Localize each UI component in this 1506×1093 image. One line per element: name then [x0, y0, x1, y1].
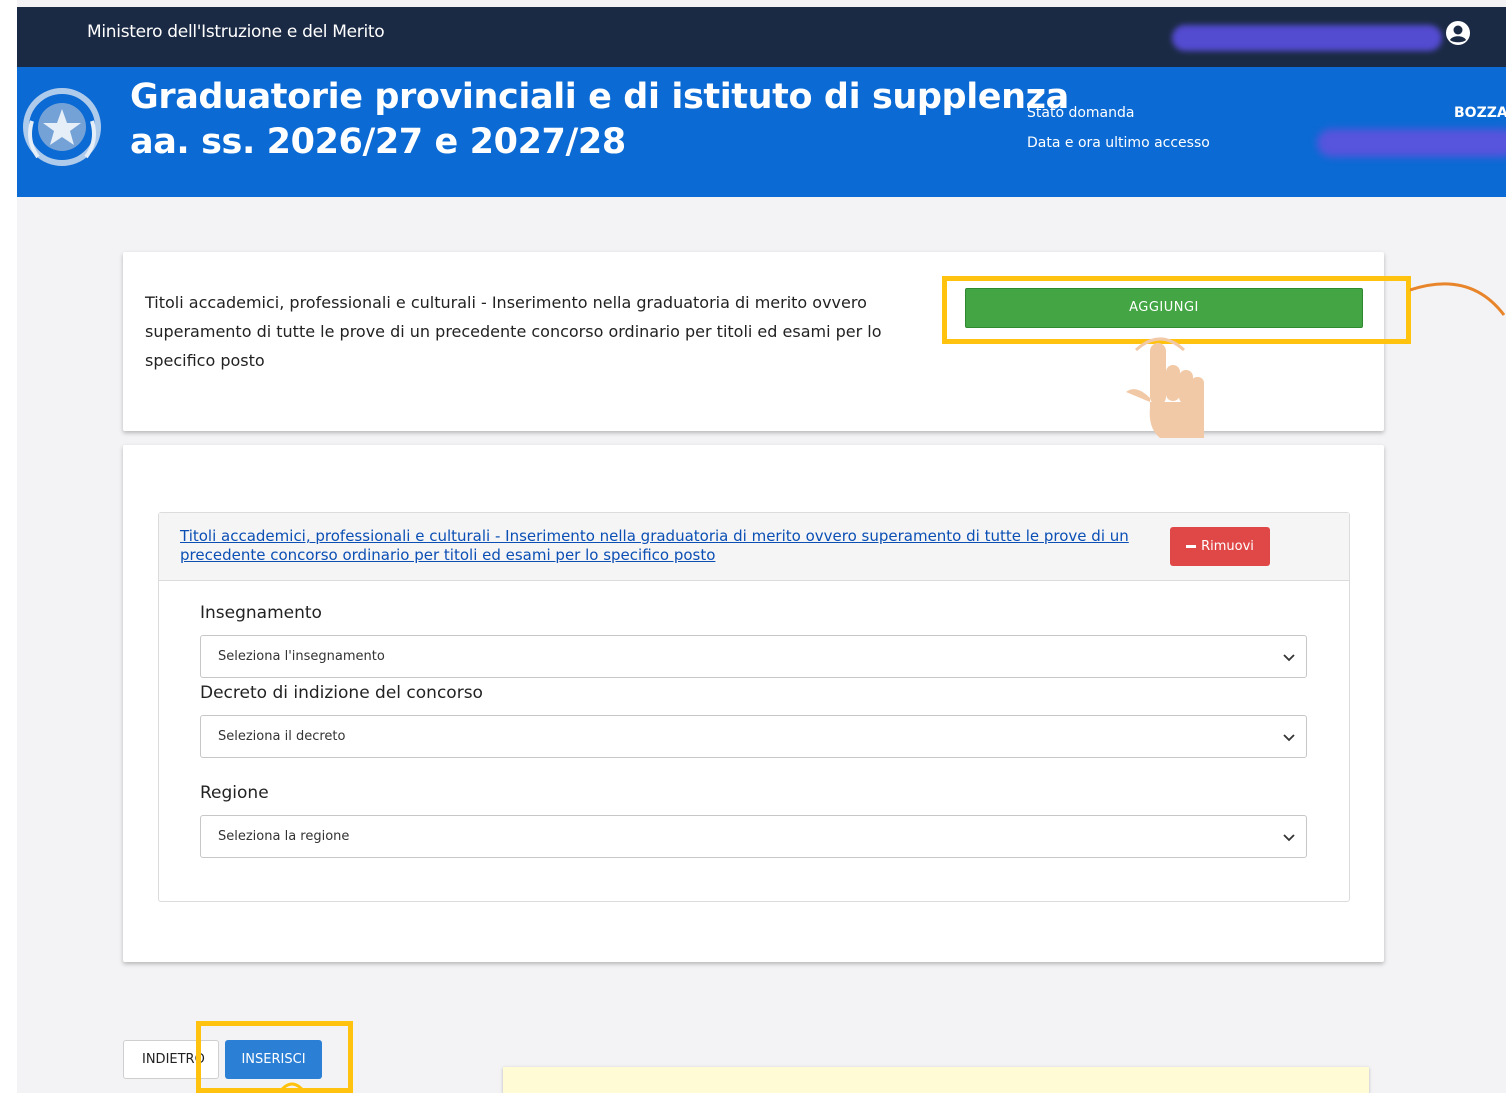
last-access-label: Data e ora ultimo accesso	[1027, 135, 1210, 151]
pointer-hand-icon	[1126, 337, 1204, 438]
status-label: Stato domanda	[1027, 105, 1135, 121]
decree-select-value: Seleziona il decreto	[218, 729, 346, 744]
teaching-select[interactable]: Seleziona l'insegnamento	[200, 635, 1307, 678]
decree-label: Decreto di indizione del concorso	[200, 683, 483, 703]
title-section: Titoli accademici, professionali e cultu…	[158, 512, 1350, 902]
chevron-down-icon	[1283, 834, 1295, 842]
decree-select[interactable]: Seleziona il decreto	[200, 715, 1307, 758]
category-description: Titoli accademici, professionali e cultu…	[145, 293, 882, 370]
page-header: Graduatorie provinciali e di istituto di…	[17, 67, 1506, 197]
minus-icon	[1186, 545, 1197, 548]
insert-button[interactable]: INSERISCI	[225, 1040, 322, 1079]
back-button[interactable]: INDIETRO	[123, 1040, 219, 1079]
italian-republic-emblem-icon	[23, 88, 101, 166]
section-header: Titoli accademici, professionali e cultu…	[159, 513, 1349, 581]
remove-button[interactable]: Rimuovi	[1170, 527, 1270, 566]
info-notice	[503, 1067, 1369, 1093]
remove-button-label: Rimuovi	[1201, 539, 1254, 554]
title-form-card: Titoli accademici, professionali e cultu…	[123, 445, 1384, 962]
click-indicator	[277, 1082, 307, 1093]
region-select[interactable]: Seleziona la regione	[200, 815, 1307, 858]
redacted-last-access	[1317, 129, 1506, 157]
teaching-label: Insegnamento	[200, 603, 322, 623]
add-button[interactable]: AGGIUNGI	[965, 288, 1363, 328]
chevron-down-icon	[1283, 734, 1295, 742]
region-select-value: Seleziona la regione	[218, 829, 350, 844]
region-label: Regione	[200, 783, 269, 803]
title-line-2: aa. ss. 2026/27 e 2027/28	[130, 122, 626, 162]
status-badge: BOZZA	[1454, 105, 1506, 121]
section-title-link[interactable]: Titoli accademici, professionali e cultu…	[180, 527, 1130, 565]
window-edge	[0, 0, 17, 1093]
ministry-name: Ministero dell'Istruzione e del Merito	[87, 22, 385, 42]
chevron-down-icon	[1283, 654, 1295, 662]
redacted-username	[1172, 25, 1442, 51]
orange-arc-decoration	[1410, 282, 1506, 316]
title-line-1: Graduatorie provinciali e di istituto di…	[130, 77, 1069, 117]
page-title: Graduatorie provinciali e di istituto di…	[130, 75, 1069, 165]
teaching-select-value: Seleziona l'insegnamento	[218, 649, 385, 664]
user-circle-icon[interactable]	[1445, 20, 1471, 46]
top-bar: Ministero dell'Istruzione e del Merito	[17, 7, 1506, 67]
